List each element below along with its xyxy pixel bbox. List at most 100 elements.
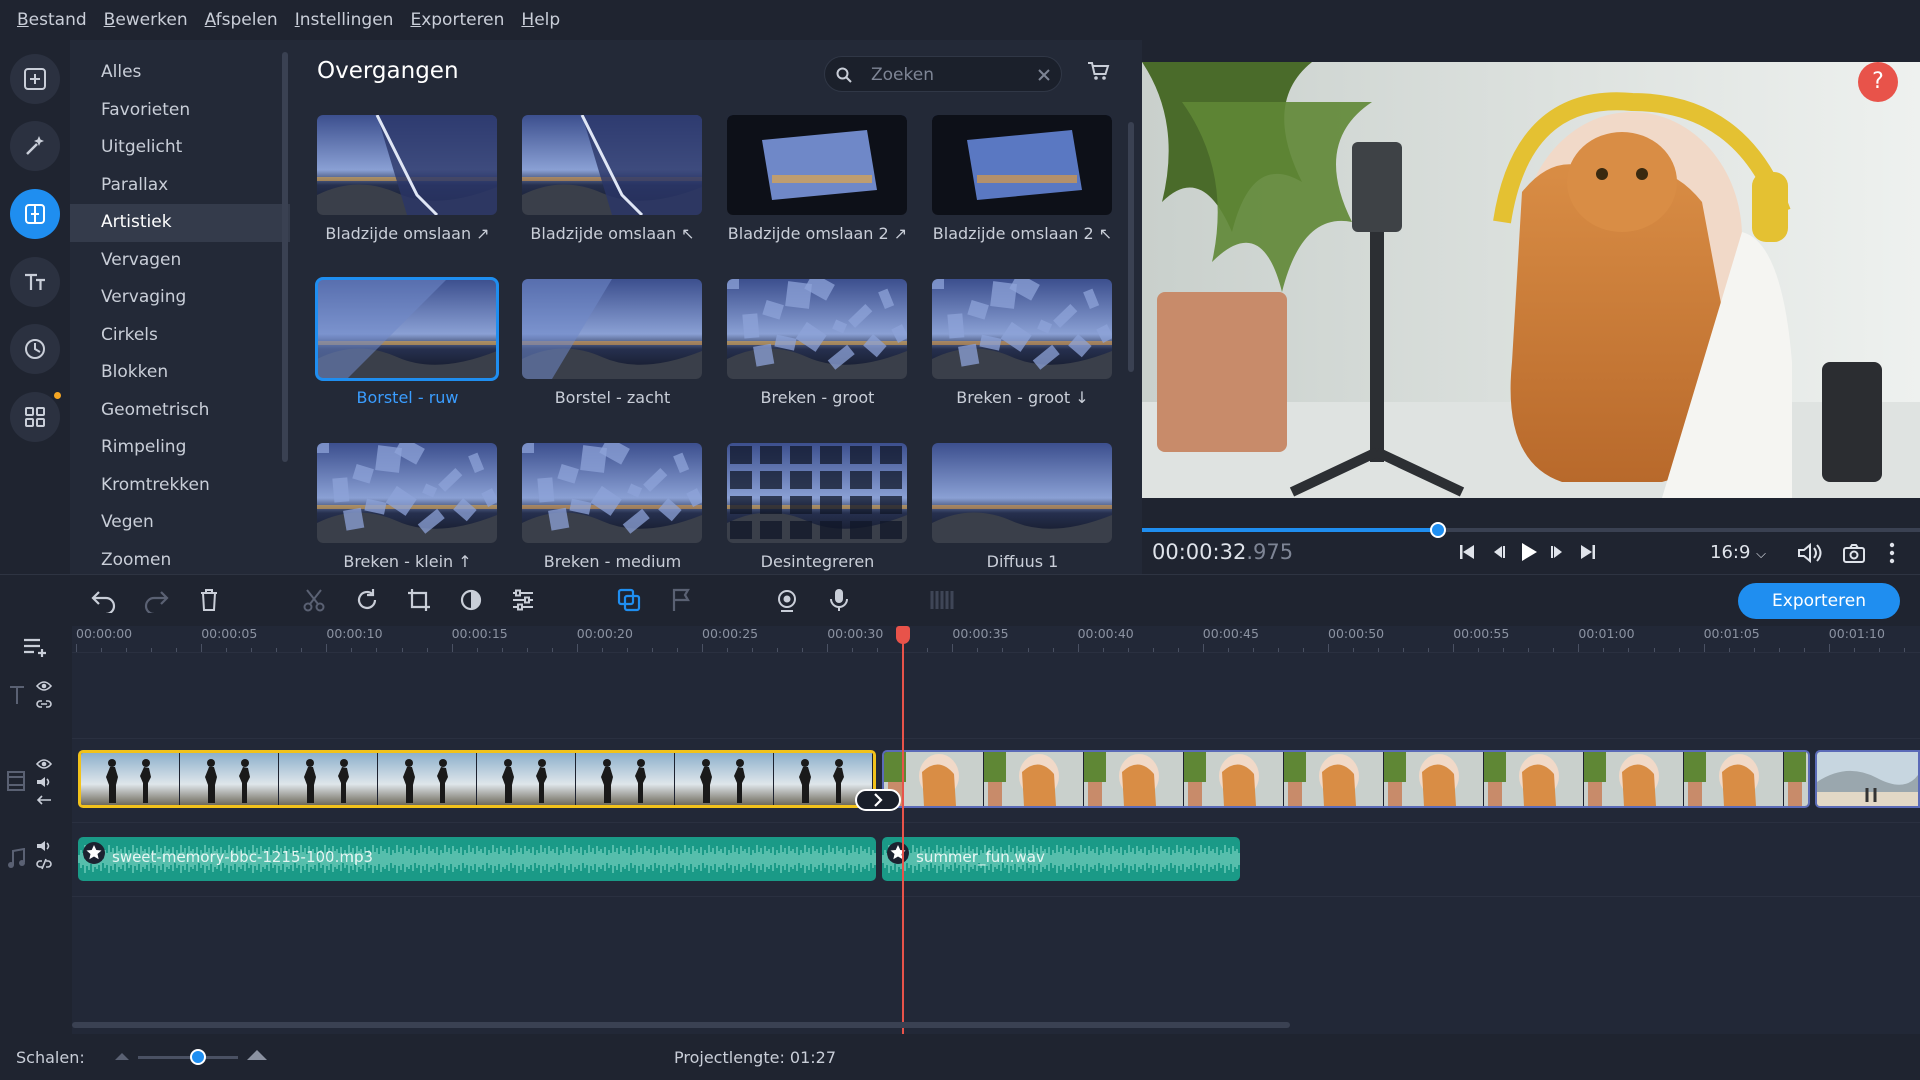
export-button[interactable]: Exporteren — [1738, 583, 1900, 619]
color-adjust-icon[interactable] — [458, 587, 484, 613]
category-zoomen[interactable]: Zoomen — [70, 542, 290, 575]
transition-marker[interactable] — [855, 789, 901, 811]
menu-exporteren[interactable]: Exporteren — [410, 10, 504, 30]
zoom-slider-track[interactable] — [138, 1056, 238, 1059]
timeline-scrollbar[interactable] — [72, 1022, 1290, 1028]
rotate-icon[interactable] — [354, 587, 380, 613]
crop-icon[interactable] — [406, 587, 432, 613]
transition-thumb[interactable] — [522, 443, 702, 543]
unlink-icon[interactable] — [36, 858, 52, 870]
ruler-label: 00:00:05 — [201, 626, 258, 641]
playhead-handle[interactable] — [896, 626, 910, 644]
menu-instellingen[interactable]: Instellingen — [295, 10, 394, 30]
category-blokken[interactable]: Blokken — [70, 354, 290, 392]
menu-afspelen[interactable]: Afspelen — [205, 10, 278, 30]
category-kromtrekken[interactable]: Kromtrekken — [70, 467, 290, 505]
titles-button[interactable] — [10, 257, 60, 307]
help-button[interactable]: ? — [1858, 62, 1898, 102]
audio-clip-2[interactable]: summer_fun.wav — [882, 837, 1240, 881]
previous-frame-icon[interactable] — [1488, 542, 1508, 562]
more-options-icon[interactable] — [1888, 542, 1896, 564]
transition-thumb[interactable] — [932, 115, 1112, 215]
eye-icon[interactable] — [36, 758, 52, 770]
category-cirkels[interactable]: Cirkels — [70, 317, 290, 355]
menu-bewerken[interactable]: Bewerken — [104, 10, 188, 30]
volume-icon[interactable] — [1796, 542, 1822, 564]
search-input[interactable] — [871, 63, 1021, 87]
video-preview[interactable] — [1142, 62, 1920, 498]
category-artistiek[interactable]: Artistiek — [70, 204, 290, 242]
transition-wizard-icon[interactable] — [616, 587, 642, 613]
microphone-icon[interactable] — [828, 587, 850, 613]
time-ruler[interactable]: 00:00:00 00:00:05 00:00:10 00:00:15 00:00:20… — [72, 626, 1920, 652]
more-tools-button[interactable] — [10, 392, 60, 442]
ruler-label: 00:00:50 — [1328, 626, 1385, 641]
store-cart-icon[interactable] — [1086, 60, 1110, 82]
video-clip-beach[interactable] — [1815, 750, 1920, 808]
add-track-icon[interactable] — [22, 636, 50, 658]
transition-thumb[interactable] — [727, 279, 907, 379]
eye-icon[interactable] — [36, 680, 52, 692]
transition-preview-image — [317, 279, 497, 379]
clear-search-icon[interactable] — [1037, 68, 1051, 82]
stickers-button[interactable] — [10, 324, 60, 374]
link-icon[interactable] — [36, 698, 52, 710]
ruler-tick — [702, 644, 703, 652]
effects-button[interactable] — [10, 121, 60, 171]
audio-levels-icon[interactable] — [928, 587, 954, 613]
category-rimpeling[interactable]: Rimpeling — [70, 429, 290, 467]
ruler-label: 00:00:00 — [76, 626, 133, 641]
play-icon[interactable] — [1516, 540, 1540, 564]
audio-clip-1[interactable]: sweet-memory-bbc-1215-100.mp3 — [78, 837, 876, 881]
category-geometrisch[interactable]: Geometrisch — [70, 392, 290, 430]
transition-thumb[interactable] — [932, 279, 1112, 379]
speaker-icon[interactable] — [36, 776, 52, 788]
category-parallax[interactable]: Parallax — [70, 167, 290, 205]
category-vervaging[interactable]: Vervaging — [70, 279, 290, 317]
import-button[interactable] — [10, 54, 60, 104]
category-uitgelicht[interactable]: Uitgelicht — [70, 129, 290, 167]
aspect-ratio-select[interactable]: 16:9 ⌵ — [1710, 542, 1766, 563]
zoom-in-icon[interactable] — [246, 1048, 268, 1062]
next-frame-icon[interactable] — [1548, 542, 1568, 562]
category-scrollbar[interactable] — [282, 52, 288, 462]
transition-thumb[interactable] — [727, 443, 907, 543]
transition-thumb[interactable] — [317, 115, 497, 215]
ruler-tick — [1703, 644, 1705, 652]
transition-thumb[interactable] — [727, 115, 907, 215]
snapshot-camera-icon[interactable] — [1842, 542, 1866, 564]
transition-thumb[interactable] — [315, 277, 499, 381]
transition-chevron-icon — [874, 793, 883, 807]
arrow-left-icon[interactable] — [36, 794, 52, 806]
video-clip-cat[interactable] — [882, 750, 1810, 808]
transition-thumb[interactable] — [932, 443, 1112, 543]
menu-bestand[interactable]: Bestand — [17, 10, 87, 30]
delete-icon[interactable] — [198, 587, 220, 613]
zoom-slider-handle[interactable] — [190, 1049, 206, 1065]
menu-help[interactable]: Help — [521, 10, 560, 30]
player-controls: 00:00:32.975 16:9 ⌵ — [1142, 498, 1920, 574]
playback-progress-handle[interactable] — [1430, 522, 1446, 538]
category-alles[interactable]: Alles — [70, 54, 290, 92]
marker-flag-icon[interactable] — [670, 587, 692, 613]
skip-to-start-icon[interactable] — [1457, 542, 1477, 562]
redo-icon[interactable] — [142, 587, 170, 613]
record-webcam-icon[interactable] — [774, 587, 800, 613]
transitions-scrollbar[interactable] — [1128, 122, 1134, 372]
clip-properties-icon[interactable] — [510, 587, 536, 613]
track-separator — [72, 822, 1920, 823]
zoom-out-icon[interactable] — [114, 1050, 130, 1062]
undo-icon[interactable] — [90, 587, 118, 613]
video-clip-silhouettes[interactable] — [78, 750, 876, 808]
skip-to-end-icon[interactable] — [1578, 542, 1598, 562]
category-vervagen[interactable]: Vervagen — [70, 242, 290, 280]
split-scissors-icon[interactable] — [302, 587, 326, 613]
transition-thumb[interactable] — [522, 115, 702, 215]
edit-toolbar: Exporteren — [0, 574, 1920, 626]
transition-thumb[interactable] — [317, 443, 497, 543]
transition-thumb[interactable] — [522, 279, 702, 379]
category-favorieten[interactable]: Favorieten — [70, 92, 290, 130]
speaker-icon[interactable] — [36, 840, 52, 852]
category-vegen[interactable]: Vegen — [70, 504, 290, 542]
transitions-button[interactable] — [10, 189, 60, 239]
